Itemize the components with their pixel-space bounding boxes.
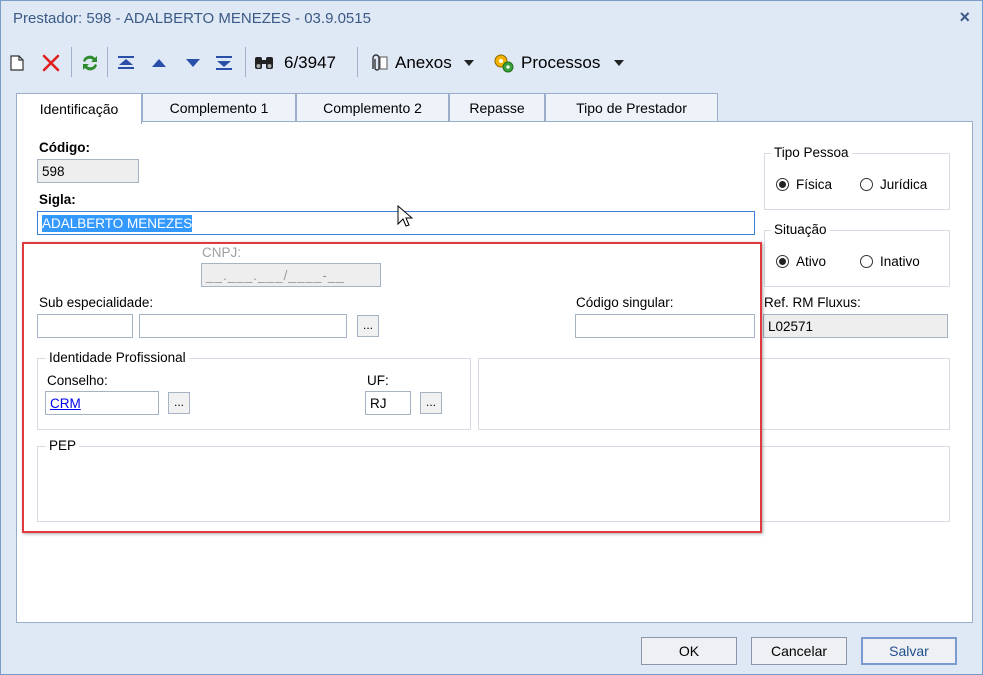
pep-group (37, 446, 950, 522)
mouse-cursor-icon (397, 204, 414, 232)
sigla-label: Sigla: (39, 192, 76, 207)
previous-record-icon[interactable] (151, 43, 167, 83)
codigo-singular-field[interactable] (575, 314, 755, 338)
radio-inativo[interactable]: Inativo (860, 254, 920, 269)
sub-especialidade-label: Sub especialidade: (39, 295, 154, 310)
tab-identificacao[interactable]: Identificação (16, 93, 142, 124)
cancelar-button[interactable]: Cancelar (751, 637, 847, 665)
ok-button[interactable]: OK (641, 637, 737, 665)
radio-fisica-label: Física (796, 177, 833, 192)
anexos-label: Anexos (395, 53, 452, 72)
salvar-button[interactable]: Salvar (861, 637, 957, 665)
tab-repasse[interactable]: Repasse (449, 93, 545, 122)
radio-unselected-icon (860, 255, 873, 268)
ref-rm-fluxus-label: Ref. RM Fluxus: (764, 295, 861, 310)
next-record-icon[interactable] (185, 43, 201, 83)
binoculars-icon[interactable] (253, 43, 275, 83)
ref-rm-fluxus-field[interactable]: L02571 (763, 314, 948, 338)
title-bar: Prestador: 598 - ADALBERTO MENEZES - 03.… (1, 1, 982, 37)
codigo-field[interactable]: 598 (37, 159, 139, 183)
radio-inativo-label: Inativo (880, 254, 920, 269)
prestador-window: Prestador: 598 - ADALBERTO MENEZES - 03.… (0, 0, 983, 675)
sub-especialidade-code-field[interactable] (37, 314, 133, 338)
conselho-link[interactable]: CRM (50, 396, 81, 411)
tipo-pessoa-title: Tipo Pessoa (771, 145, 852, 160)
radio-fisica[interactable]: Física (776, 177, 832, 192)
uf-lookup-button[interactable]: ... (420, 392, 442, 414)
sigla-selected-text: ADALBERTO MENEZES (42, 215, 193, 232)
last-record-icon[interactable] (215, 43, 233, 83)
new-icon[interactable] (9, 43, 25, 83)
processos-icon (493, 53, 515, 73)
radio-ativo-label: Ativo (796, 254, 827, 269)
paperclip-icon (367, 53, 389, 73)
tab-tipo-de-prestador[interactable]: Tipo de Prestador (545, 93, 718, 122)
sub-especialidade-desc-field[interactable] (139, 314, 347, 338)
window-title: Prestador: 598 - ADALBERTO MENEZES - 03.… (13, 10, 371, 27)
record-counter: 6/3947 (284, 53, 336, 72)
refresh-icon[interactable] (79, 43, 101, 83)
radio-selected-icon (776, 178, 789, 191)
anexos-button[interactable]: Anexos (367, 43, 474, 83)
tab-complemento-2[interactable]: Complemento 2 (296, 93, 449, 122)
radio-ativo[interactable]: Ativo (776, 254, 826, 269)
radio-selected-icon (776, 255, 789, 268)
chevron-down-icon (614, 59, 625, 67)
radio-juridica[interactable]: Jurídica (860, 177, 927, 192)
uf-field[interactable]: RJ (365, 391, 411, 415)
first-record-icon[interactable] (117, 43, 135, 83)
pep-title: PEP (46, 438, 80, 453)
conselho-field[interactable]: CRM (45, 391, 159, 415)
conselho-lookup-button[interactable]: ... (168, 392, 190, 414)
identidade-profissional-title: Identidade Profissional (46, 350, 189, 365)
radio-unselected-icon (860, 178, 873, 191)
codigo-singular-label: Código singular: (576, 295, 674, 310)
cnpj-field[interactable]: __.___.___/____-__ (201, 263, 381, 287)
chevron-down-icon (463, 59, 474, 67)
sub-especialidade-lookup-button[interactable]: ... (357, 315, 379, 337)
sigla-field[interactable]: ADALBERTO MENEZES (37, 211, 755, 235)
codigo-label: Código: (39, 140, 90, 155)
delete-icon[interactable] (41, 43, 61, 83)
situacao-title: Situação (771, 222, 830, 237)
processos-label: Processos (521, 53, 601, 72)
cnpj-label: CNPJ: (202, 245, 242, 260)
empty-group-box (478, 358, 950, 430)
close-icon[interactable]: × (959, 7, 970, 28)
processos-button[interactable]: Processos (493, 43, 625, 83)
tab-complemento-1[interactable]: Complemento 1 (142, 93, 296, 122)
radio-juridica-label: Jurídica (880, 177, 928, 192)
uf-label: UF: (367, 373, 389, 388)
conselho-label: Conselho: (47, 373, 108, 388)
